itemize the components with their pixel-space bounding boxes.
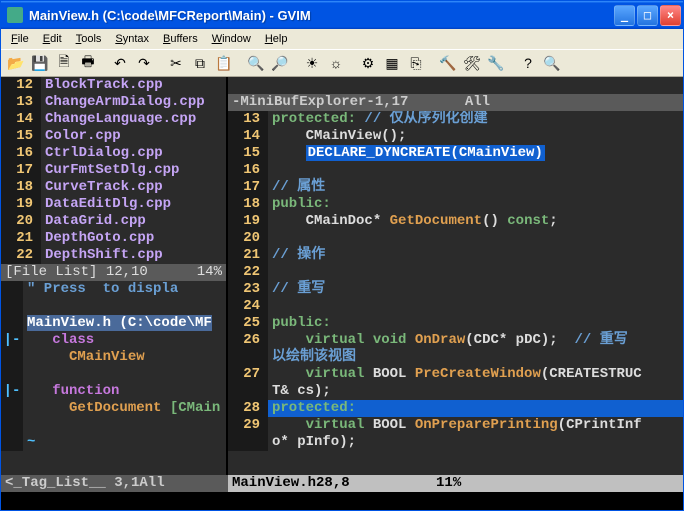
minimize-button[interactable]: _ (614, 5, 635, 26)
code-line[interactable]: T& cs); (228, 383, 683, 400)
save-icon[interactable]: 💾 (29, 52, 51, 74)
filelist-status-right: 14% (197, 264, 222, 281)
find-next-icon[interactable]: 🔎 (269, 52, 291, 74)
file-row[interactable]: 18CurveTrack.cpp (1, 179, 226, 196)
preview-row[interactable]: |- class (1, 332, 226, 349)
buffer-tabs[interactable]: [1:MainView.cpp][2:MainView.h]* (228, 77, 683, 94)
print-icon[interactable]: 🖶 (77, 52, 99, 74)
preview-row[interactable]: CMainView (1, 349, 226, 366)
titlebar[interactable]: MainView.h (C:\code\MFCReport\Main) - GV… (1, 1, 683, 29)
right-pane: [1:MainView.cpp][2:MainView.h]* -MiniBuf… (228, 77, 683, 475)
minibuf-explorer-status: -MiniBufExplorer- 1,17 All (228, 94, 683, 111)
code-line[interactable]: 28protected: (228, 400, 683, 417)
app-icon (7, 7, 23, 23)
file-row[interactable]: 22DepthShift.cpp (1, 247, 226, 264)
menu-tools[interactable]: Tools (70, 31, 108, 47)
close-button[interactable]: × (660, 5, 681, 26)
replace-icon[interactable]: ☀ (301, 52, 323, 74)
code-line[interactable]: 以绘制该视图 (228, 349, 683, 366)
editor-area: 12BlockTrack.cpp13ChangeArmDialog.cpp14C… (1, 77, 683, 475)
status-percent: 11% (436, 475, 461, 492)
preview-row[interactable]: GetDocument [CMain (1, 400, 226, 417)
file-row[interactable]: 16CtrlDialog.cpp (1, 145, 226, 162)
filelist-status: [File List] 12,10 14% (1, 264, 226, 281)
menubar: FileEditToolsSyntaxBuffersWindowHelp (1, 29, 683, 49)
code-line[interactable]: o* pInfo); (228, 434, 683, 451)
file-row[interactable]: 19DataEditDlg.cpp (1, 196, 226, 213)
main-status: MainView.h 28,8 11% (228, 475, 683, 492)
preview-row[interactable] (1, 298, 226, 315)
cut-icon[interactable]: ✂ (165, 52, 187, 74)
code-line[interactable]: 25public: (228, 315, 683, 332)
open-icon[interactable]: 📂 (5, 52, 27, 74)
toolbar: 📂💾🗎🖶↶↷✂⧉📋🔍🔎☀☼⚙▦⎘🔨🛠🔧?🔍 (1, 49, 683, 77)
menu-buffers[interactable]: Buffers (157, 31, 204, 47)
menu-help[interactable]: Help (259, 31, 294, 47)
code-line[interactable]: 24 (228, 298, 683, 315)
file-row[interactable]: 17CurFmtSetDlg.cpp (1, 162, 226, 179)
code-line[interactable]: 14 CMainView(); (228, 128, 683, 145)
hammer-icon[interactable]: 🛠 (461, 52, 483, 74)
menu-file[interactable]: File (5, 31, 35, 47)
code-line[interactable]: 20 (228, 230, 683, 247)
preview-row[interactable] (1, 366, 226, 383)
undo-icon[interactable]: ↶ (109, 52, 131, 74)
minibuf-label: -MiniBufExplorer- (232, 94, 375, 111)
file-list[interactable]: 12BlockTrack.cpp13ChangeArmDialog.cpp14C… (1, 77, 226, 264)
preview-row[interactable]: " Press to displa (1, 281, 226, 298)
file-row[interactable]: 21DepthGoto.cpp (1, 230, 226, 247)
help-icon[interactable]: ? (517, 52, 539, 74)
preview-row[interactable]: |- function (1, 383, 226, 400)
code-line[interactable]: 18public: (228, 196, 683, 213)
file-row[interactable]: 14ChangeLanguage.cpp (1, 111, 226, 128)
file-row[interactable]: 13ChangeArmDialog.cpp (1, 94, 226, 111)
window-title: MainView.h (C:\code\MFCReport\Main) - GV… (27, 8, 614, 23)
code-line[interactable]: 13protected: // 仅从序列化创建 (228, 111, 683, 128)
menu-edit[interactable]: Edit (37, 31, 68, 47)
preview-row[interactable]: MainView.h (C:\code\MF (1, 315, 226, 332)
code-line[interactable]: 22 (228, 264, 683, 281)
code-line[interactable]: 15 DECLARE_DYNCREATE(CMainView) (228, 145, 683, 162)
code-line[interactable]: 27 virtual BOOL PreCreateWindow(CREATEST… (228, 366, 683, 383)
app-window: MainView.h (C:\code\MFCReport\Main) - GV… (0, 0, 684, 511)
code-editor[interactable]: 13protected: // 仅从序列化创建14 CMainView();15… (228, 111, 683, 475)
bottom-status: <_Tag_List__ 3,1 All MainView.h 28,8 11% (1, 475, 683, 492)
copy-icon[interactable]: ⧉ (189, 52, 211, 74)
menu-syntax[interactable]: Syntax (109, 31, 155, 47)
file-row[interactable]: 15Color.cpp (1, 128, 226, 145)
status-filename: MainView.h (232, 475, 316, 492)
menu-window[interactable]: Window (206, 31, 257, 47)
code-line[interactable]: 16 (228, 162, 683, 179)
build-icon[interactable]: 🔨 (437, 52, 459, 74)
tag-preview[interactable]: " Press to displaMainView.h (C:\code\MF|… (1, 281, 226, 475)
find-prev-icon[interactable]: 🔍 (245, 52, 267, 74)
code-line[interactable]: 17// 属性 (228, 179, 683, 196)
command-line[interactable] (1, 492, 683, 510)
paste-icon[interactable]: 📋 (213, 52, 235, 74)
code-line[interactable]: 21// 操作 (228, 247, 683, 264)
preview-row[interactable] (1, 417, 226, 434)
shell-icon[interactable]: ▦ (381, 52, 403, 74)
redo-icon[interactable]: ↷ (133, 52, 155, 74)
minibuf-pct: All (465, 94, 490, 111)
code-line[interactable]: 19 CMainDoc* GetDocument() const; (228, 213, 683, 230)
saveall-icon[interactable]: 🗎 (53, 52, 75, 74)
left-pane: 12BlockTrack.cpp13ChangeArmDialog.cpp14C… (1, 77, 228, 475)
file-row[interactable]: 20DataGrid.cpp (1, 213, 226, 230)
code-line[interactable]: 23// 重写 (228, 281, 683, 298)
wrench-icon[interactable]: 🔧 (485, 52, 507, 74)
code-line[interactable]: 26 virtual void OnDraw(CDC* pDC); // 重写 (228, 332, 683, 349)
make-icon[interactable]: ⚙ (357, 52, 379, 74)
filelist-status-left: [File List] 12,10 (5, 264, 197, 281)
goto-icon[interactable]: ☼ (325, 52, 347, 74)
tags-icon[interactable]: ⎘ (405, 52, 427, 74)
file-row[interactable]: 12BlockTrack.cpp (1, 77, 226, 94)
code-line[interactable]: 29 virtual BOOL OnPreparePrinting(CPrint… (228, 417, 683, 434)
status-cursor-pos: 28,8 (316, 475, 436, 492)
maximize-button[interactable]: □ (637, 5, 658, 26)
taglist-status: <_Tag_List__ 3,1 All (1, 475, 228, 492)
search-help-icon[interactable]: 🔍 (541, 52, 563, 74)
minibuf-pos: 1,17 (375, 94, 465, 111)
